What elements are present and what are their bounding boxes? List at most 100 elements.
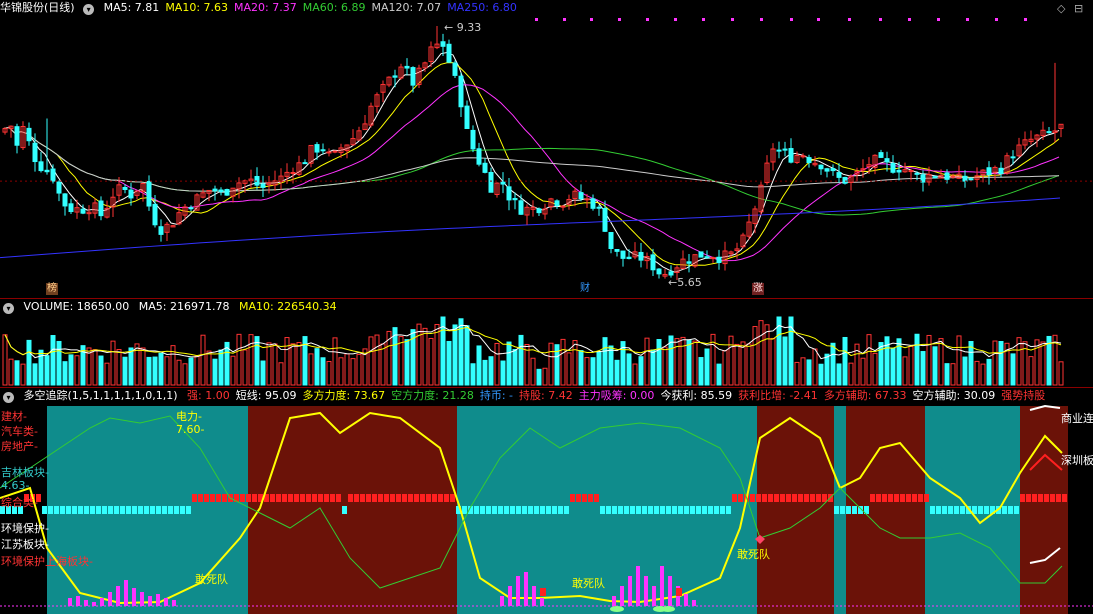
signal-square: [684, 506, 689, 514]
top-marker: [618, 18, 621, 21]
signal-square: [204, 494, 209, 502]
signal-square: [954, 506, 959, 514]
top-marker: [590, 18, 593, 21]
volume-bar: [578, 350, 584, 386]
volume-bar: [992, 340, 998, 386]
volume-bar: [278, 362, 284, 386]
signal-square: [546, 506, 551, 514]
top-marker: [995, 18, 998, 21]
candle-body: [44, 169, 50, 173]
volume-chart[interactable]: [0, 299, 1093, 387]
candle-body: [506, 186, 512, 201]
signal-square: [126, 506, 131, 514]
volume-bar: [932, 346, 938, 386]
candle-body: [302, 162, 308, 165]
accumulation-bar: [108, 592, 112, 606]
volume-bar: [68, 354, 74, 386]
candle-body: [1010, 156, 1016, 159]
volume-bar: [824, 353, 830, 386]
candle-body: [878, 152, 884, 158]
candle-body: [14, 126, 20, 146]
signal-square: [534, 506, 539, 514]
signal-square: [414, 494, 419, 502]
volume-bar: [938, 338, 944, 386]
candle-body: [560, 205, 566, 208]
volume-bar: [320, 357, 326, 386]
candle-body: [188, 207, 194, 210]
indicator-settings-icon[interactable]: ▾: [3, 392, 14, 403]
signal-square: [324, 494, 329, 502]
signal-square: [420, 494, 425, 502]
signal-square: [120, 506, 125, 514]
volume-bar: [356, 353, 362, 386]
indicator-panel[interactable]: ▾ 多空追踪(1,5,1,1,1,1,1,0,1,1) 强: 1.00 短线: 9…: [0, 388, 1093, 614]
accumulation-bar: [660, 566, 664, 606]
volume-bar: [566, 352, 572, 386]
volume-bar: [206, 350, 212, 386]
indicator-chart[interactable]: [0, 388, 1093, 614]
indicator-value-item: 多方力度: 73.67: [302, 389, 386, 402]
signal-square: [252, 494, 257, 502]
volume-bar: [812, 348, 818, 386]
right-label-shenzhen: 深圳板: [1061, 454, 1093, 467]
candle-body: [62, 193, 68, 207]
signal-square: [108, 506, 113, 514]
signal-label-1: 敢死队: [195, 573, 228, 586]
signal-square: [666, 506, 671, 514]
volume-bar: [716, 363, 722, 386]
top-marker: [817, 18, 820, 21]
accumulation-bar: [684, 594, 688, 606]
volume-bar: [902, 356, 908, 386]
signal-square: [78, 506, 83, 514]
event-marker-finance[interactable]: 财: [579, 283, 591, 295]
volume-bar: [596, 351, 602, 386]
signal-square: [762, 494, 767, 502]
indicator-value-item: 主力吸筹: 0.00: [578, 389, 655, 402]
signal-square: [168, 506, 173, 514]
signal-square: [834, 506, 839, 514]
sector-label: 综合类-: [1, 496, 38, 509]
accumulation-bar: [164, 598, 168, 606]
candle-body: [224, 189, 230, 196]
candle-body: [476, 148, 482, 165]
event-marker-rise[interactable]: 涨: [752, 283, 764, 295]
volume-bar: [230, 355, 236, 386]
candle-body: [824, 168, 830, 172]
mid-label-power-value: 7.60-: [176, 423, 205, 436]
accumulation-bar: [140, 592, 144, 606]
event-marker-rank[interactable]: 榜: [46, 283, 58, 295]
accumulation-bar: [508, 586, 512, 606]
candle-body: [152, 203, 158, 226]
volume-bar: [758, 320, 764, 386]
volume-bar: [332, 337, 338, 386]
candle-body: [410, 67, 416, 86]
signal-square: [240, 494, 245, 502]
volume-bar: [374, 334, 380, 386]
volume-bar: [1034, 339, 1040, 386]
signal-square: [1026, 494, 1031, 502]
candle-body: [782, 148, 788, 151]
volume-bar: [866, 334, 872, 386]
signal-square: [492, 506, 497, 514]
signal-square: [174, 506, 179, 514]
price-panel[interactable]: 华锦股份(日线) ▾ MA5: 7.81 MA10: 7.63 MA20: 7.37…: [0, 0, 1093, 298]
candlestick-chart[interactable]: ← 9.33 ←5.65: [0, 0, 1093, 298]
candle-body: [620, 250, 626, 259]
volume-bar: [482, 359, 488, 386]
signal-square: [564, 506, 569, 514]
candle-body: [446, 43, 452, 63]
volume-panel[interactable]: ▾ VOLUME: 18650.00 MA5: 216971.78 MA10: …: [0, 299, 1093, 387]
signal-square: [552, 506, 557, 514]
volume-bar: [32, 363, 38, 386]
signal-square: [846, 506, 851, 514]
signal-square: [528, 506, 533, 514]
sector-label: 江苏板块-: [1, 538, 49, 551]
volume-bar: [308, 353, 314, 386]
signal-square: [924, 494, 929, 502]
candle-body: [686, 261, 692, 264]
signal-square: [150, 506, 155, 514]
volume-bar: [662, 346, 668, 386]
signal-square: [720, 506, 725, 514]
signal-square: [288, 494, 293, 502]
volume-bar: [950, 363, 956, 386]
